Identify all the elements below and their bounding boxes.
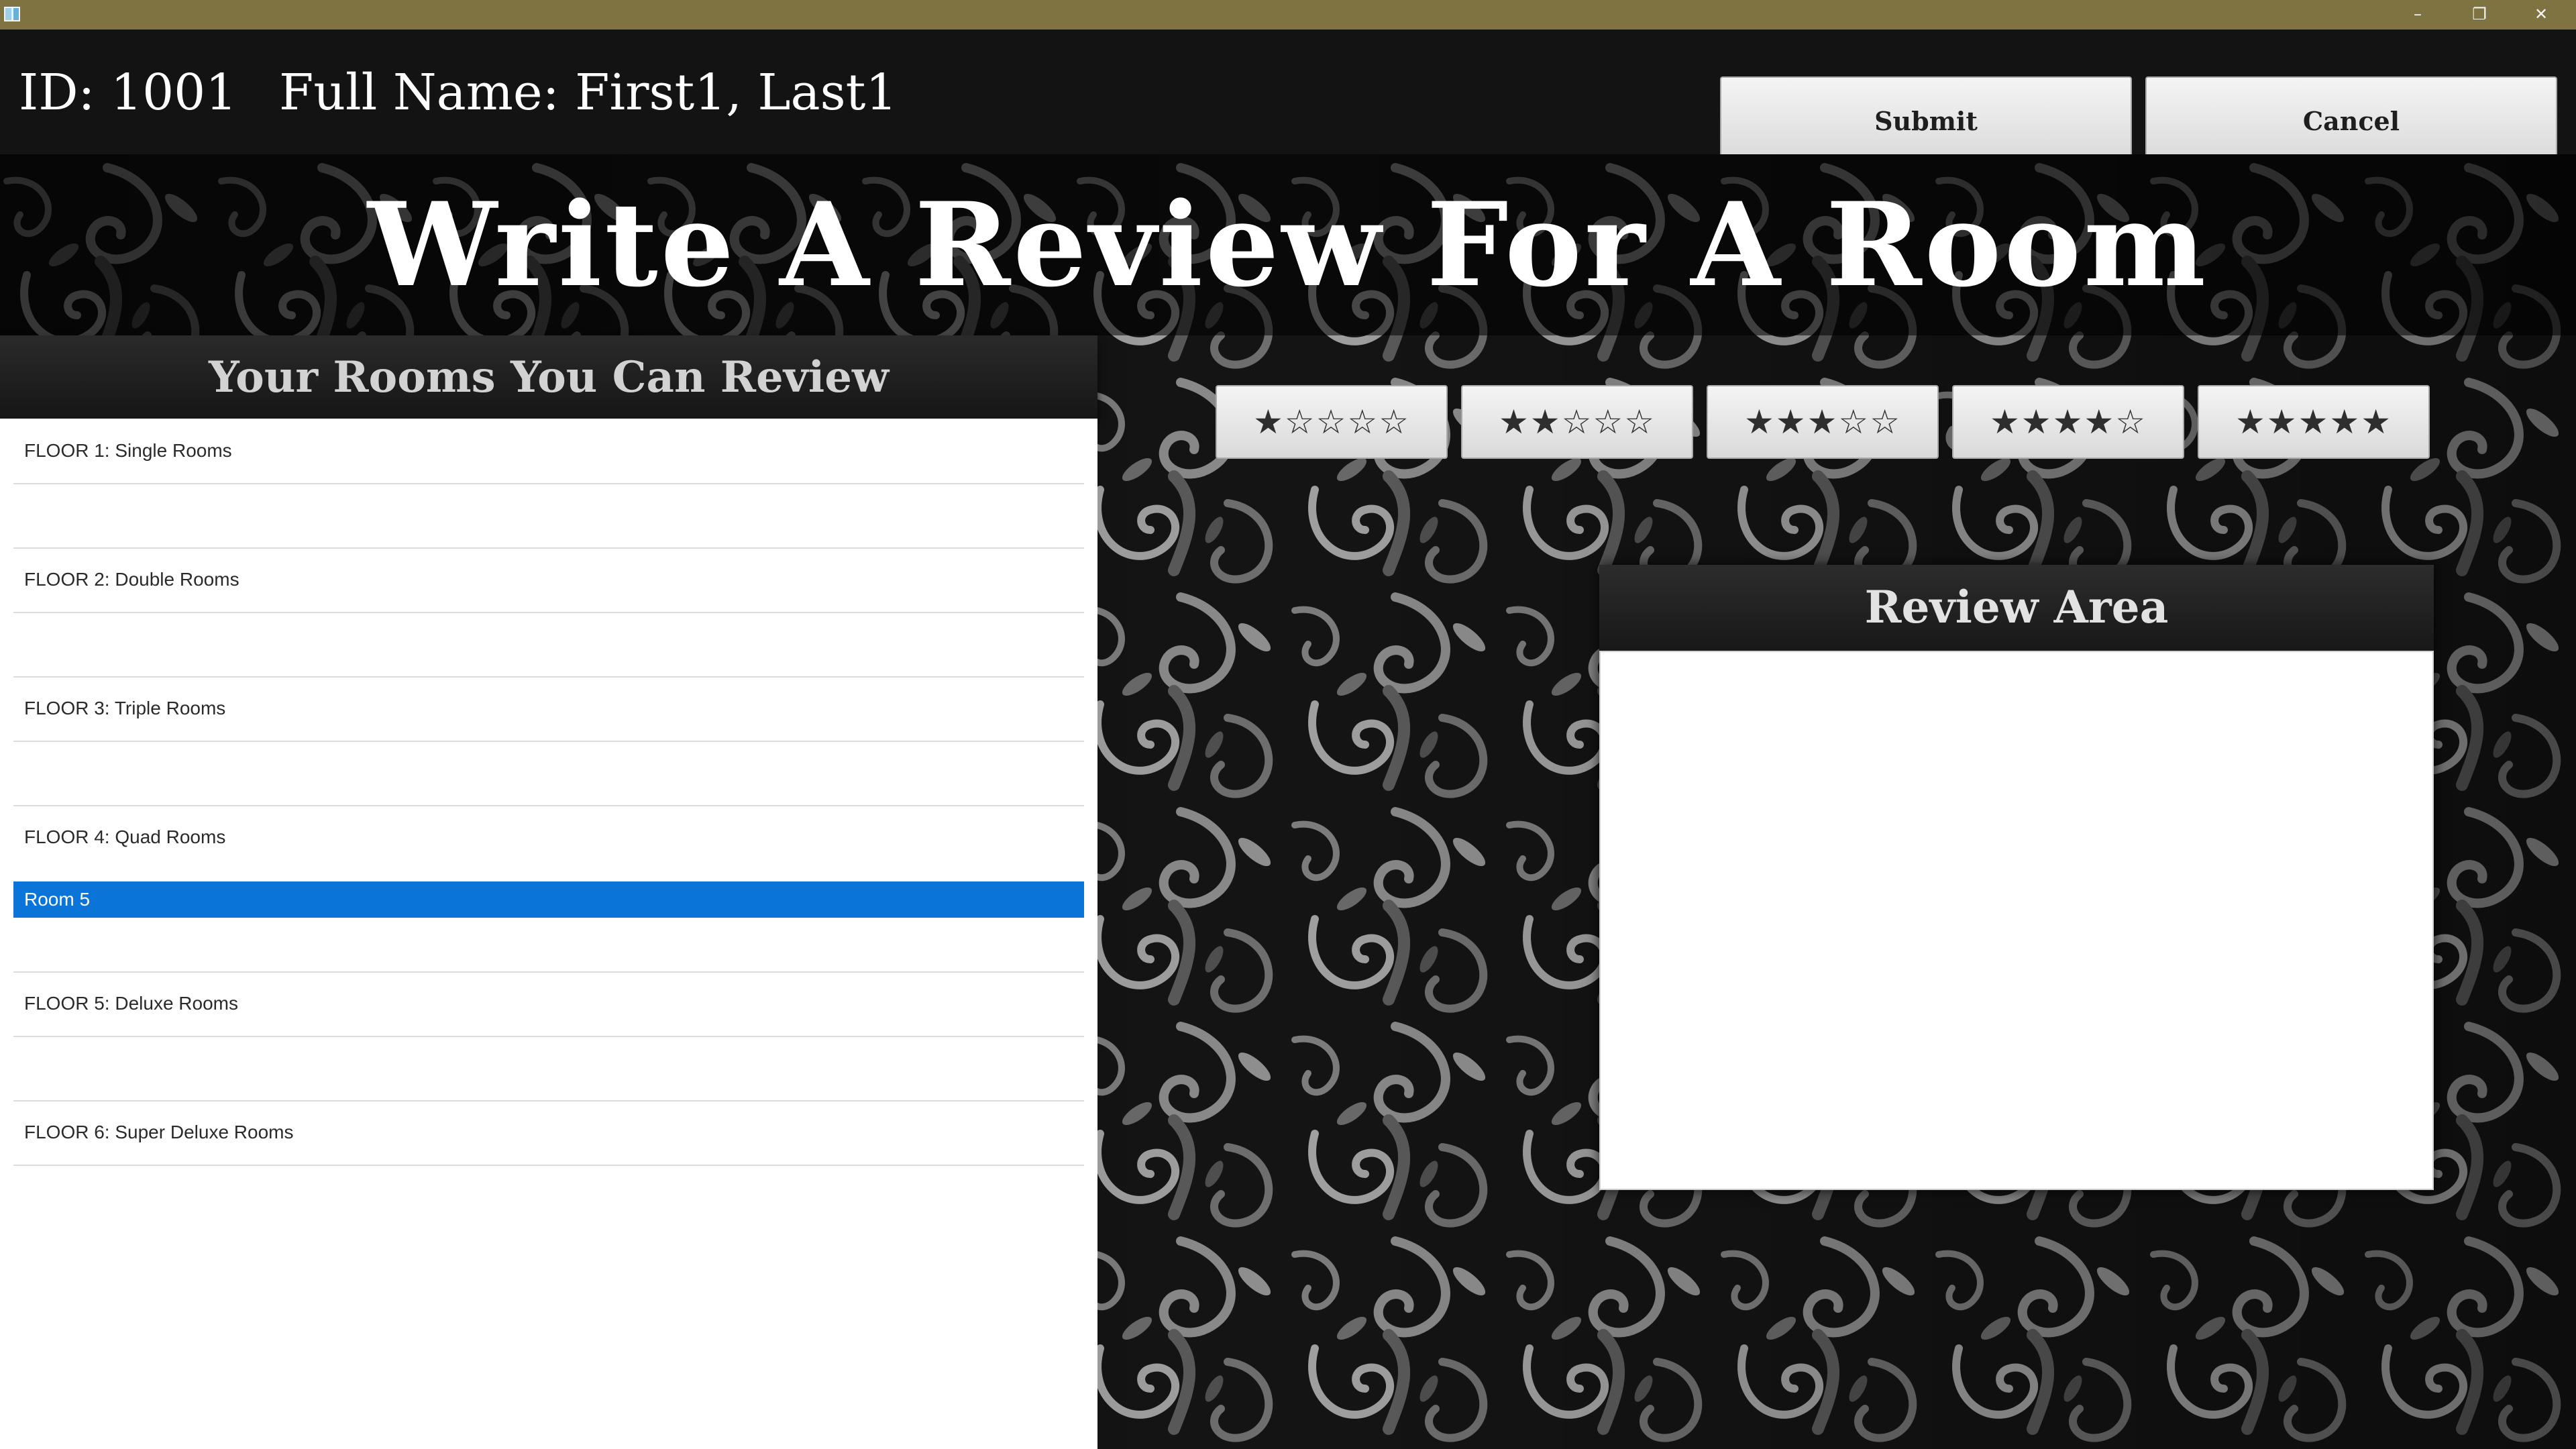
room-list-item[interactable] bbox=[13, 741, 1084, 805]
room-list-item[interactable]: FLOOR 1: Single Rooms bbox=[13, 419, 1084, 483]
review-area-header: Review Area bbox=[1599, 565, 2434, 651]
room-list-item[interactable] bbox=[13, 483, 1084, 547]
page-title: Write A Review For A Room bbox=[367, 176, 2209, 313]
window-titlebar: – ❐ ✕ bbox=[0, 0, 2576, 30]
close-button[interactable]: ✕ bbox=[2512, 0, 2571, 30]
review-area-title: Review Area bbox=[1864, 581, 2169, 633]
rooms-list[interactable]: FLOOR 1: Single Rooms FLOOR 2: Double Roo… bbox=[0, 419, 1097, 1449]
rooms-panel-title: Your Rooms You Can Review bbox=[209, 352, 889, 402]
room-list-item[interactable] bbox=[13, 915, 1084, 971]
minimize-button[interactable]: – bbox=[2388, 0, 2447, 30]
room-list-item[interactable]: FLOOR 3: Triple Rooms bbox=[13, 676, 1084, 741]
rating-5-star-button[interactable]: ★★★★★ bbox=[2198, 385, 2430, 459]
room-list-item[interactable]: FLOOR 4: Quad Rooms bbox=[13, 805, 1084, 869]
rating-3-star-button[interactable]: ★★★☆☆ bbox=[1707, 385, 1939, 459]
maximize-button[interactable]: ❐ bbox=[2450, 0, 2509, 30]
app-icon bbox=[4, 7, 20, 21]
review-text-input[interactable] bbox=[1599, 651, 2434, 1190]
cancel-button[interactable]: Cancel bbox=[2145, 76, 2557, 166]
room-list-item[interactable]: FLOOR 6: Super Deluxe Rooms bbox=[13, 1100, 1084, 1165]
room-list-item[interactable]: FLOOR 5: Deluxe Rooms bbox=[13, 971, 1084, 1036]
user-full-name-label: Full Name: First1, Last1 bbox=[279, 64, 898, 121]
user-header: ID: 1001 Full Name: First1, Last1 Submit… bbox=[0, 30, 2576, 166]
list-row-separator bbox=[13, 1165, 1084, 1166]
rating-1-star-button[interactable]: ★☆☆☆☆ bbox=[1216, 385, 1448, 459]
rating-2-star-button[interactable]: ★★☆☆☆ bbox=[1461, 385, 1693, 459]
rooms-panel-header: Your Rooms You Can Review bbox=[0, 335, 1097, 419]
review-panel: Review Area bbox=[1599, 565, 2434, 1190]
rating-4-star-button[interactable]: ★★★★☆ bbox=[1952, 385, 2184, 459]
room-list-item[interactable]: FLOOR 2: Double Rooms bbox=[13, 547, 1084, 612]
user-id-label: ID: 1001 bbox=[19, 64, 237, 121]
room-list-item[interactable]: Room 5 bbox=[13, 881, 1084, 918]
submit-button[interactable]: Submit bbox=[1720, 76, 2132, 166]
room-list-item[interactable] bbox=[13, 612, 1084, 676]
room-list-item[interactable] bbox=[13, 1036, 1084, 1100]
